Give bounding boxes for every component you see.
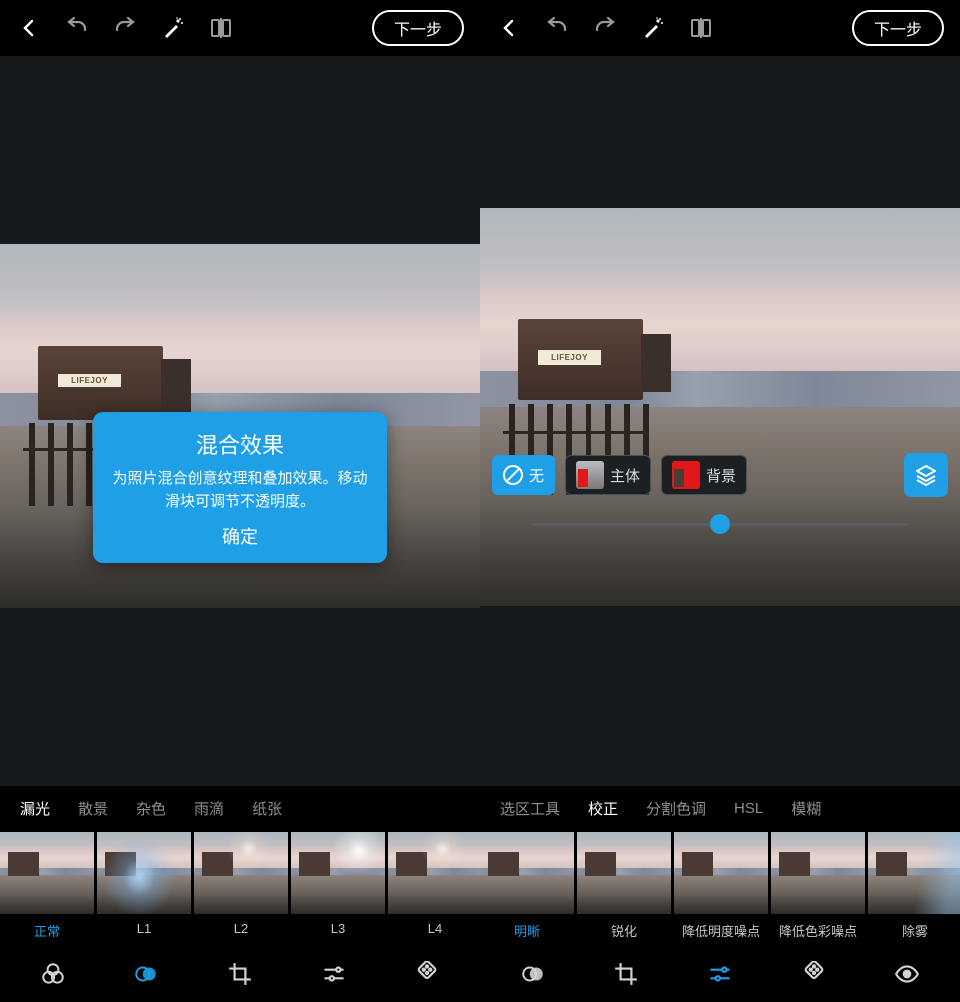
undo-button[interactable] — [534, 5, 580, 51]
tab-2[interactable]: 分割色调 — [632, 798, 720, 819]
layers-button[interactable] — [904, 453, 948, 497]
preset-label: L2 — [234, 921, 248, 936]
none-icon — [503, 465, 523, 485]
nav-heal[interactable] — [790, 950, 838, 998]
nav-crop[interactable] — [216, 950, 264, 998]
preset-thumb — [577, 832, 671, 914]
bottom-nav-left — [0, 946, 480, 1002]
preset-1[interactable]: L1 — [97, 832, 191, 946]
preset-3[interactable]: 降低色彩噪点 — [771, 832, 865, 946]
tab-1[interactable]: 校正 — [574, 798, 632, 819]
brand-sign: LIFEJOY — [58, 374, 120, 387]
mask-background[interactable]: 背景 — [661, 455, 747, 495]
redo-button[interactable] — [582, 5, 628, 51]
tooltip-title: 混合效果 — [111, 428, 369, 460]
tab-2[interactable]: 杂色 — [122, 798, 180, 819]
mask-background-label: 背景 — [706, 465, 736, 486]
intensity-slider-row — [480, 508, 960, 540]
back-button[interactable] — [6, 5, 52, 51]
tab-3[interactable]: HSL — [720, 800, 777, 817]
preset-thumb — [674, 832, 768, 914]
preset-2[interactable]: L2 — [194, 832, 288, 946]
preset-thumb — [480, 832, 574, 914]
tab-3[interactable]: 雨滴 — [180, 798, 238, 819]
preset-label: 除雾 — [902, 921, 928, 940]
slider-knob[interactable] — [710, 514, 730, 534]
editor-left: 下一步 LIFEJOY 混合效果 为照片混合创意纹理和叠加效果。移动滑块可调节不… — [0, 0, 480, 1002]
category-tabs-right: 选区工具校正分割色调HSL模糊 — [480, 786, 960, 830]
mask-subject-thumb — [576, 461, 604, 489]
magic-wand-button[interactable] — [150, 5, 196, 51]
preset-thumb — [291, 832, 385, 914]
brand-sign: LIFEJOY — [538, 350, 600, 364]
preset-label: L1 — [137, 921, 151, 936]
preset-strip-left: 正常 L1 L2 L3 L4 — [0, 830, 480, 946]
bottom-nav-right — [480, 946, 960, 1002]
mask-background-thumb — [672, 461, 700, 489]
compare-button[interactable] — [678, 5, 724, 51]
tab-4[interactable]: 模糊 — [777, 798, 835, 819]
mask-none-label: 无 — [529, 465, 544, 486]
compare-button[interactable] — [198, 5, 244, 51]
intensity-slider[interactable] — [532, 523, 908, 526]
nav-overlay[interactable] — [509, 950, 557, 998]
tab-1[interactable]: 散景 — [64, 798, 122, 819]
magic-wand-button[interactable] — [630, 5, 676, 51]
mask-subject-label: 主体 — [610, 465, 640, 486]
preset-3[interactable]: L3 — [291, 832, 385, 946]
nav-eye[interactable] — [883, 950, 931, 998]
next-button[interactable]: 下一步 — [372, 10, 464, 46]
tooltip-body: 为照片混合创意纹理和叠加效果。移动滑块可调节不透明度。 — [111, 468, 369, 513]
preset-4[interactable]: L4 — [388, 832, 480, 946]
tab-0[interactable]: 选区工具 — [486, 798, 574, 819]
tab-0[interactable]: 漏光 — [6, 798, 64, 819]
preset-1[interactable]: 锐化 — [577, 832, 671, 946]
back-button[interactable] — [486, 5, 532, 51]
preset-label: 降低明度噪点 — [682, 921, 760, 940]
canvas[interactable]: LIFEJOY 混合效果 为照片混合创意纹理和叠加效果。移动滑块可调节不透明度。… — [0, 56, 480, 786]
preset-label: 降低色彩噪点 — [779, 921, 857, 940]
preset-label: 锐化 — [611, 921, 637, 940]
preset-thumb — [868, 832, 960, 914]
topbar: 下一步 — [0, 0, 480, 56]
redo-button[interactable] — [102, 5, 148, 51]
nav-crop[interactable] — [602, 950, 650, 998]
preset-label: L4 — [428, 921, 442, 936]
topbar: 下一步 — [480, 0, 960, 56]
undo-button[interactable] — [54, 5, 100, 51]
tab-4[interactable]: 纸张 — [238, 798, 296, 819]
tooltip-confirm[interactable]: 确定 — [111, 523, 369, 549]
preset-label: 明晰 — [514, 921, 540, 940]
preset-thumb — [0, 832, 94, 914]
next-button[interactable]: 下一步 — [852, 10, 944, 46]
preset-0[interactable]: 正常 — [0, 832, 94, 946]
nav-overlay[interactable] — [122, 950, 170, 998]
photo-preview: LIFEJOY — [480, 208, 960, 606]
preset-label: L3 — [331, 921, 345, 936]
preset-0[interactable]: 明晰 — [480, 832, 574, 946]
mask-selector: 无 主体 背景 — [480, 452, 960, 498]
preset-thumb — [194, 832, 288, 914]
preset-thumb — [388, 832, 480, 914]
preset-thumb — [771, 832, 865, 914]
onboarding-tooltip: 混合效果 为照片混合创意纹理和叠加效果。移动滑块可调节不透明度。 确定 — [93, 412, 387, 563]
preset-strip-right: 明晰 锐化 降低明度噪点降低色彩噪点 除雾 — [480, 830, 960, 946]
preset-2[interactable]: 降低明度噪点 — [674, 832, 768, 946]
category-tabs-left: 漏光散景杂色雨滴纸张 — [0, 786, 480, 830]
preset-4[interactable]: 除雾 — [868, 832, 960, 946]
preset-thumb — [97, 832, 191, 914]
nav-adjust[interactable] — [310, 950, 358, 998]
mask-none[interactable]: 无 — [492, 455, 555, 495]
editor-right: 下一步 LIFEJOY 无 主体 背景 — [480, 0, 960, 1002]
nav-heal[interactable] — [403, 950, 451, 998]
mask-subject[interactable]: 主体 — [565, 455, 651, 495]
nav-adjust[interactable] — [696, 950, 744, 998]
canvas[interactable]: LIFEJOY 无 主体 背景 — [480, 56, 960, 786]
nav-looks[interactable] — [29, 950, 77, 998]
preset-label: 正常 — [34, 921, 60, 940]
